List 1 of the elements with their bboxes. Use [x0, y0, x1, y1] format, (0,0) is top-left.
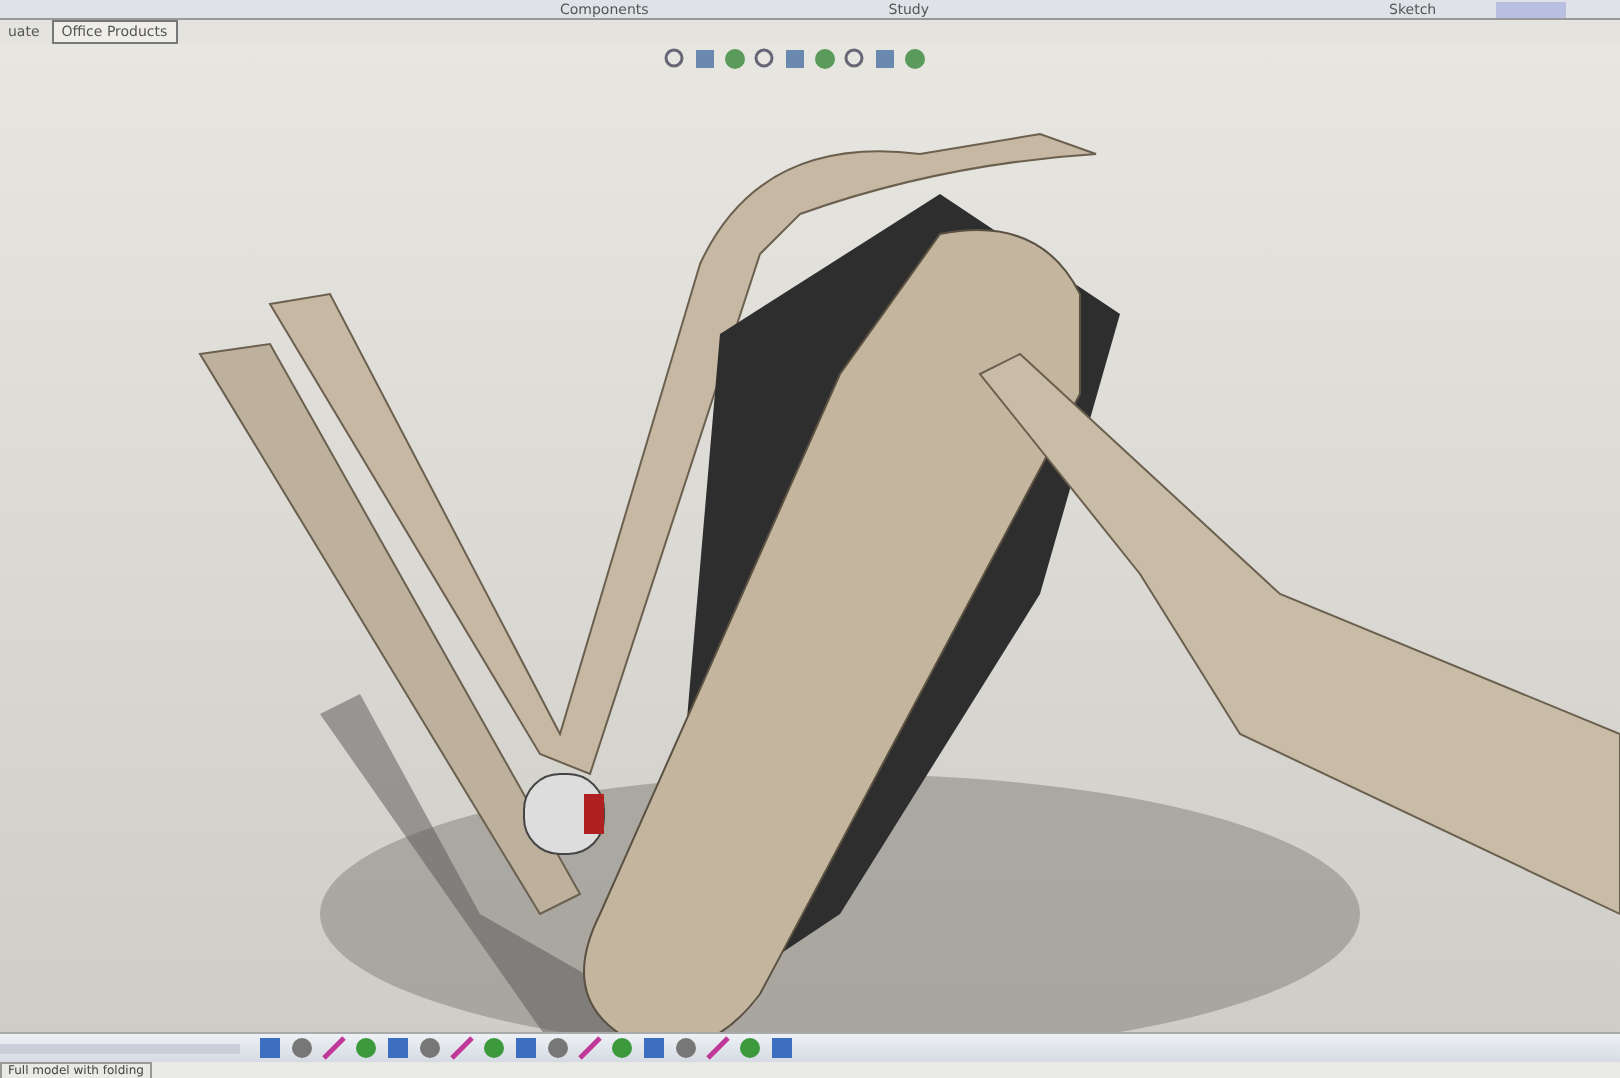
search-field[interactable]	[1496, 1, 1567, 17]
